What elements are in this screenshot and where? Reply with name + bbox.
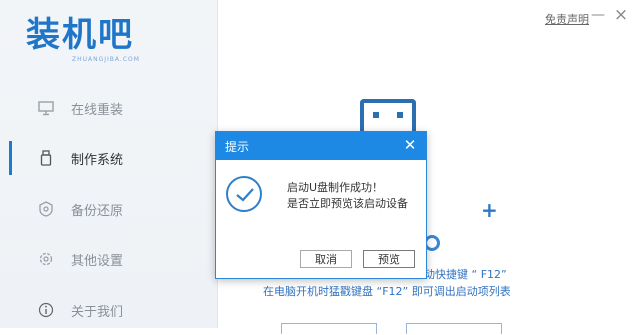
usb-drive-icon (38, 150, 54, 166)
plus-icon: + (481, 198, 498, 222)
close-icon: × (613, 5, 629, 25)
logo-text: 装机吧 (26, 15, 134, 55)
app-window: 装机吧 ZHUANGJIBA.COM 在线重装 制作系统 备份还原 其他设置 关… (0, 0, 643, 334)
dialog-close-button[interactable]: ✕ (402, 137, 418, 153)
sidebar-item-online-reinstall[interactable]: 在线重装 (0, 83, 217, 133)
logo-subtext: ZHUANGJIBA.COM (72, 56, 140, 63)
settings-icon (38, 251, 54, 267)
success-check-icon (226, 176, 262, 212)
sidebar-item-label: 在线重装 (71, 102, 124, 118)
sidebar-item-make-system[interactable]: 制作系统 (0, 133, 217, 183)
hint-text-boot-menu: 在电脑开机时猛戳键盘 “F12” 即可调出启动项列表 (263, 285, 511, 298)
sidebar-item-backup-restore[interactable]: 备份还原 (0, 184, 217, 234)
dialog-message-line-1: 启动U盘制作成功！ (287, 181, 384, 194)
sidebar-item-label: 制作系统 (71, 152, 124, 168)
prompt-dialog: 提示 ✕ 启动U盘制作成功！ 是否立即预览该启动设备 取消 预览 (215, 131, 427, 279)
window-close-button[interactable]: × (612, 5, 630, 25)
sidebar: 装机吧 ZHUANGJIBA.COM 在线重装 制作系统 备份还原 其他设置 关… (0, 0, 218, 328)
cancel-button[interactable]: 取消 (300, 250, 352, 268)
backup-icon (38, 201, 54, 217)
hint-text-shortcut: 动快捷键 “ F12” (424, 268, 507, 281)
bottom-button-right[interactable] (406, 323, 502, 334)
info-icon (38, 302, 54, 318)
minimize-icon: — (591, 7, 605, 23)
sidebar-item-label: 备份还原 (71, 203, 124, 219)
disclaimer-link[interactable]: 免责声明 (545, 11, 589, 27)
sidebar-item-label: 其他设置 (71, 253, 124, 269)
dialog-title: 提示 (225, 139, 250, 154)
sidebar-item-label: 关于我们 (71, 304, 124, 320)
monitor-icon (38, 100, 54, 116)
minimize-button[interactable]: — (589, 6, 607, 24)
bottom-button-left[interactable] (281, 323, 377, 334)
preview-button[interactable]: 预览 (363, 250, 415, 268)
sidebar-item-other-settings[interactable]: 其他设置 (0, 234, 217, 284)
dialog-titlebar: 提示 ✕ (216, 132, 426, 160)
app-logo: 装机吧 ZHUANGJIBA.COM (26, 16, 156, 68)
close-icon: ✕ (403, 136, 417, 154)
dialog-message-line-2: 是否立即预览该启动设备 (287, 197, 408, 210)
